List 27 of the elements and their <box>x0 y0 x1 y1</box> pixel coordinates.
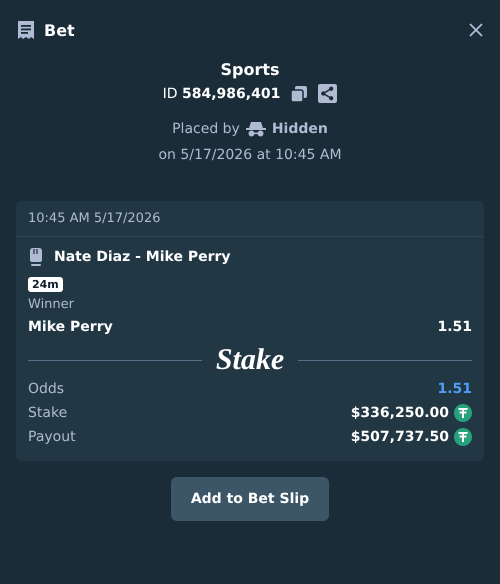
live-time-badge: 24m <box>28 277 63 292</box>
placed-date: on 5/17/2026 at 10:45 AM <box>158 147 342 163</box>
receipt-icon <box>16 20 36 40</box>
username[interactable]: Hidden <box>272 121 328 137</box>
selection-odds: 1.51 <box>437 319 472 335</box>
incognito-icon <box>246 121 266 137</box>
detail-label: Stake <box>28 405 68 421</box>
close-icon[interactable] <box>468 22 484 38</box>
market-name: Winner <box>28 297 76 312</box>
placed-by-label: Placed by <box>172 121 240 137</box>
amount-value: $507,737.50 <box>350 429 449 445</box>
detail-label: Payout <box>28 429 76 445</box>
copy-icon[interactable] <box>290 84 308 102</box>
bet-id: ID 584,986,401 <box>162 86 280 102</box>
bet-timestamp: 10:45 AM 5/17/2026 <box>16 201 484 237</box>
stake-logo: Stake <box>216 343 284 377</box>
odds-value: 1.51 <box>437 381 472 397</box>
selection-name: Mike Perry <box>28 319 113 335</box>
add-to-bet-slip-button[interactable]: Add to Bet Slip <box>170 477 330 521</box>
category-title: Sports <box>220 60 280 79</box>
tether-coin-icon <box>454 404 472 422</box>
modal-title: Bet <box>44 20 75 40</box>
tether-coin-icon <box>454 428 472 446</box>
detail-label: Odds <box>28 381 64 397</box>
event-name[interactable]: Nate Diaz - Mike Perry <box>54 249 231 265</box>
share-icon[interactable] <box>318 84 338 103</box>
amount-value: $336,250.00 <box>350 405 449 421</box>
